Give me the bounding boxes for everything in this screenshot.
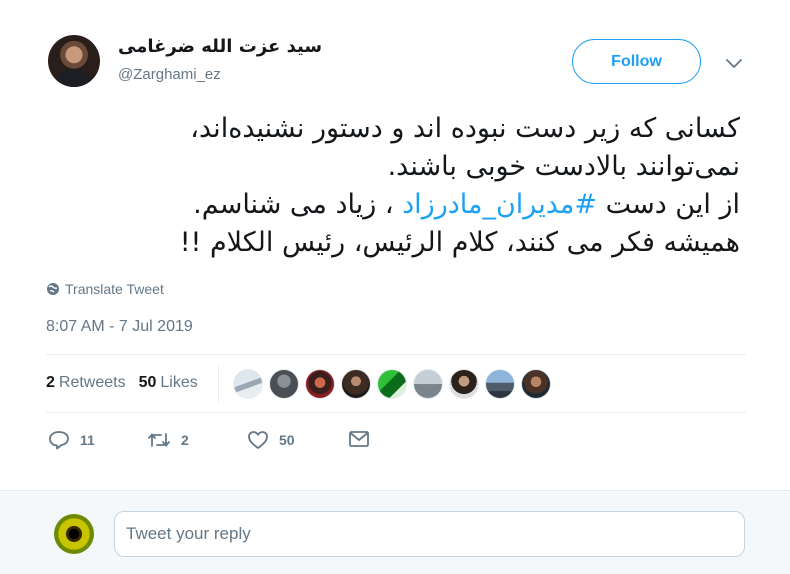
stats-separator — [218, 366, 219, 402]
tweet-line: همیشه فکر می کنند، کلام الرئیس، رئیس الک… — [179, 227, 740, 258]
reply-action[interactable]: 11 — [48, 430, 95, 450]
tweet-line: از این دست #مدیران_مادرزاد ، زیاد می شنا… — [40, 186, 740, 224]
liker-avatar[interactable] — [269, 369, 299, 399]
reply-input[interactable] — [114, 511, 745, 557]
tweet-line-text: ، زیاد می شناسم. — [193, 189, 403, 220]
likes-stat[interactable]: 50 Likes — [139, 374, 198, 392]
hashtag-link[interactable]: #مدیران_مادرزاد — [402, 189, 597, 220]
tweet-line: کسانی که زیر دست نبوده اند و دستور نشنید… — [190, 113, 740, 144]
retweets-count: 2 — [46, 374, 55, 391]
tweet-text: کسانی که زیر دست نبوده اند و دستور نشنید… — [40, 110, 740, 262]
retweet-count: 2 — [181, 432, 189, 448]
divider — [46, 354, 746, 355]
liker-avatar[interactable] — [485, 369, 515, 399]
liker-avatar[interactable] — [449, 369, 479, 399]
retweet-icon — [148, 433, 170, 447]
heart-icon — [248, 431, 268, 449]
translate-label[interactable]: Translate Tweet — [65, 281, 164, 297]
chevron-down-icon[interactable] — [723, 53, 745, 75]
retweets-stat[interactable]: 2 Retweets — [46, 374, 126, 392]
liker-avatar[interactable] — [233, 369, 263, 399]
liker-avatar[interactable] — [341, 369, 371, 399]
liker-avatar[interactable] — [521, 369, 551, 399]
liker-avatar[interactable] — [305, 369, 335, 399]
tweet-line-text: از این دست — [596, 189, 740, 220]
tweet-timestamp[interactable]: 8:07 AM - 7 Jul 2019 — [46, 318, 193, 336]
like-action[interactable]: 50 — [247, 430, 295, 450]
author-handle[interactable]: @Zarghami_ez — [118, 66, 221, 83]
envelope-icon — [349, 431, 369, 447]
author-name[interactable]: سید عزت الله ضرغامی — [118, 36, 322, 57]
liker-avatar[interactable] — [413, 369, 443, 399]
retweets-label: Retweets — [58, 374, 126, 391]
reply-count: 11 — [80, 432, 95, 448]
likes-count: 50 — [138, 374, 157, 391]
tweet-stats: 2 Retweets 50 Likes — [46, 374, 211, 392]
translate-tweet-link[interactable]: Translate Tweet — [46, 281, 164, 297]
liker-avatar[interactable] — [377, 369, 407, 399]
tweet-line: نمی‌توانند بالادست خوبی باشند. — [387, 151, 740, 182]
reply-icon — [49, 431, 69, 450]
likes-label: Likes — [160, 374, 198, 391]
author-avatar[interactable] — [48, 35, 100, 87]
follow-button[interactable]: Follow — [572, 39, 701, 84]
retweet-action[interactable]: 2 — [147, 430, 189, 450]
like-count: 50 — [279, 432, 295, 448]
divider — [46, 412, 746, 413]
globe-icon — [47, 283, 59, 295]
direct-message-action[interactable] — [348, 430, 380, 448]
current-user-avatar[interactable] — [54, 514, 94, 554]
